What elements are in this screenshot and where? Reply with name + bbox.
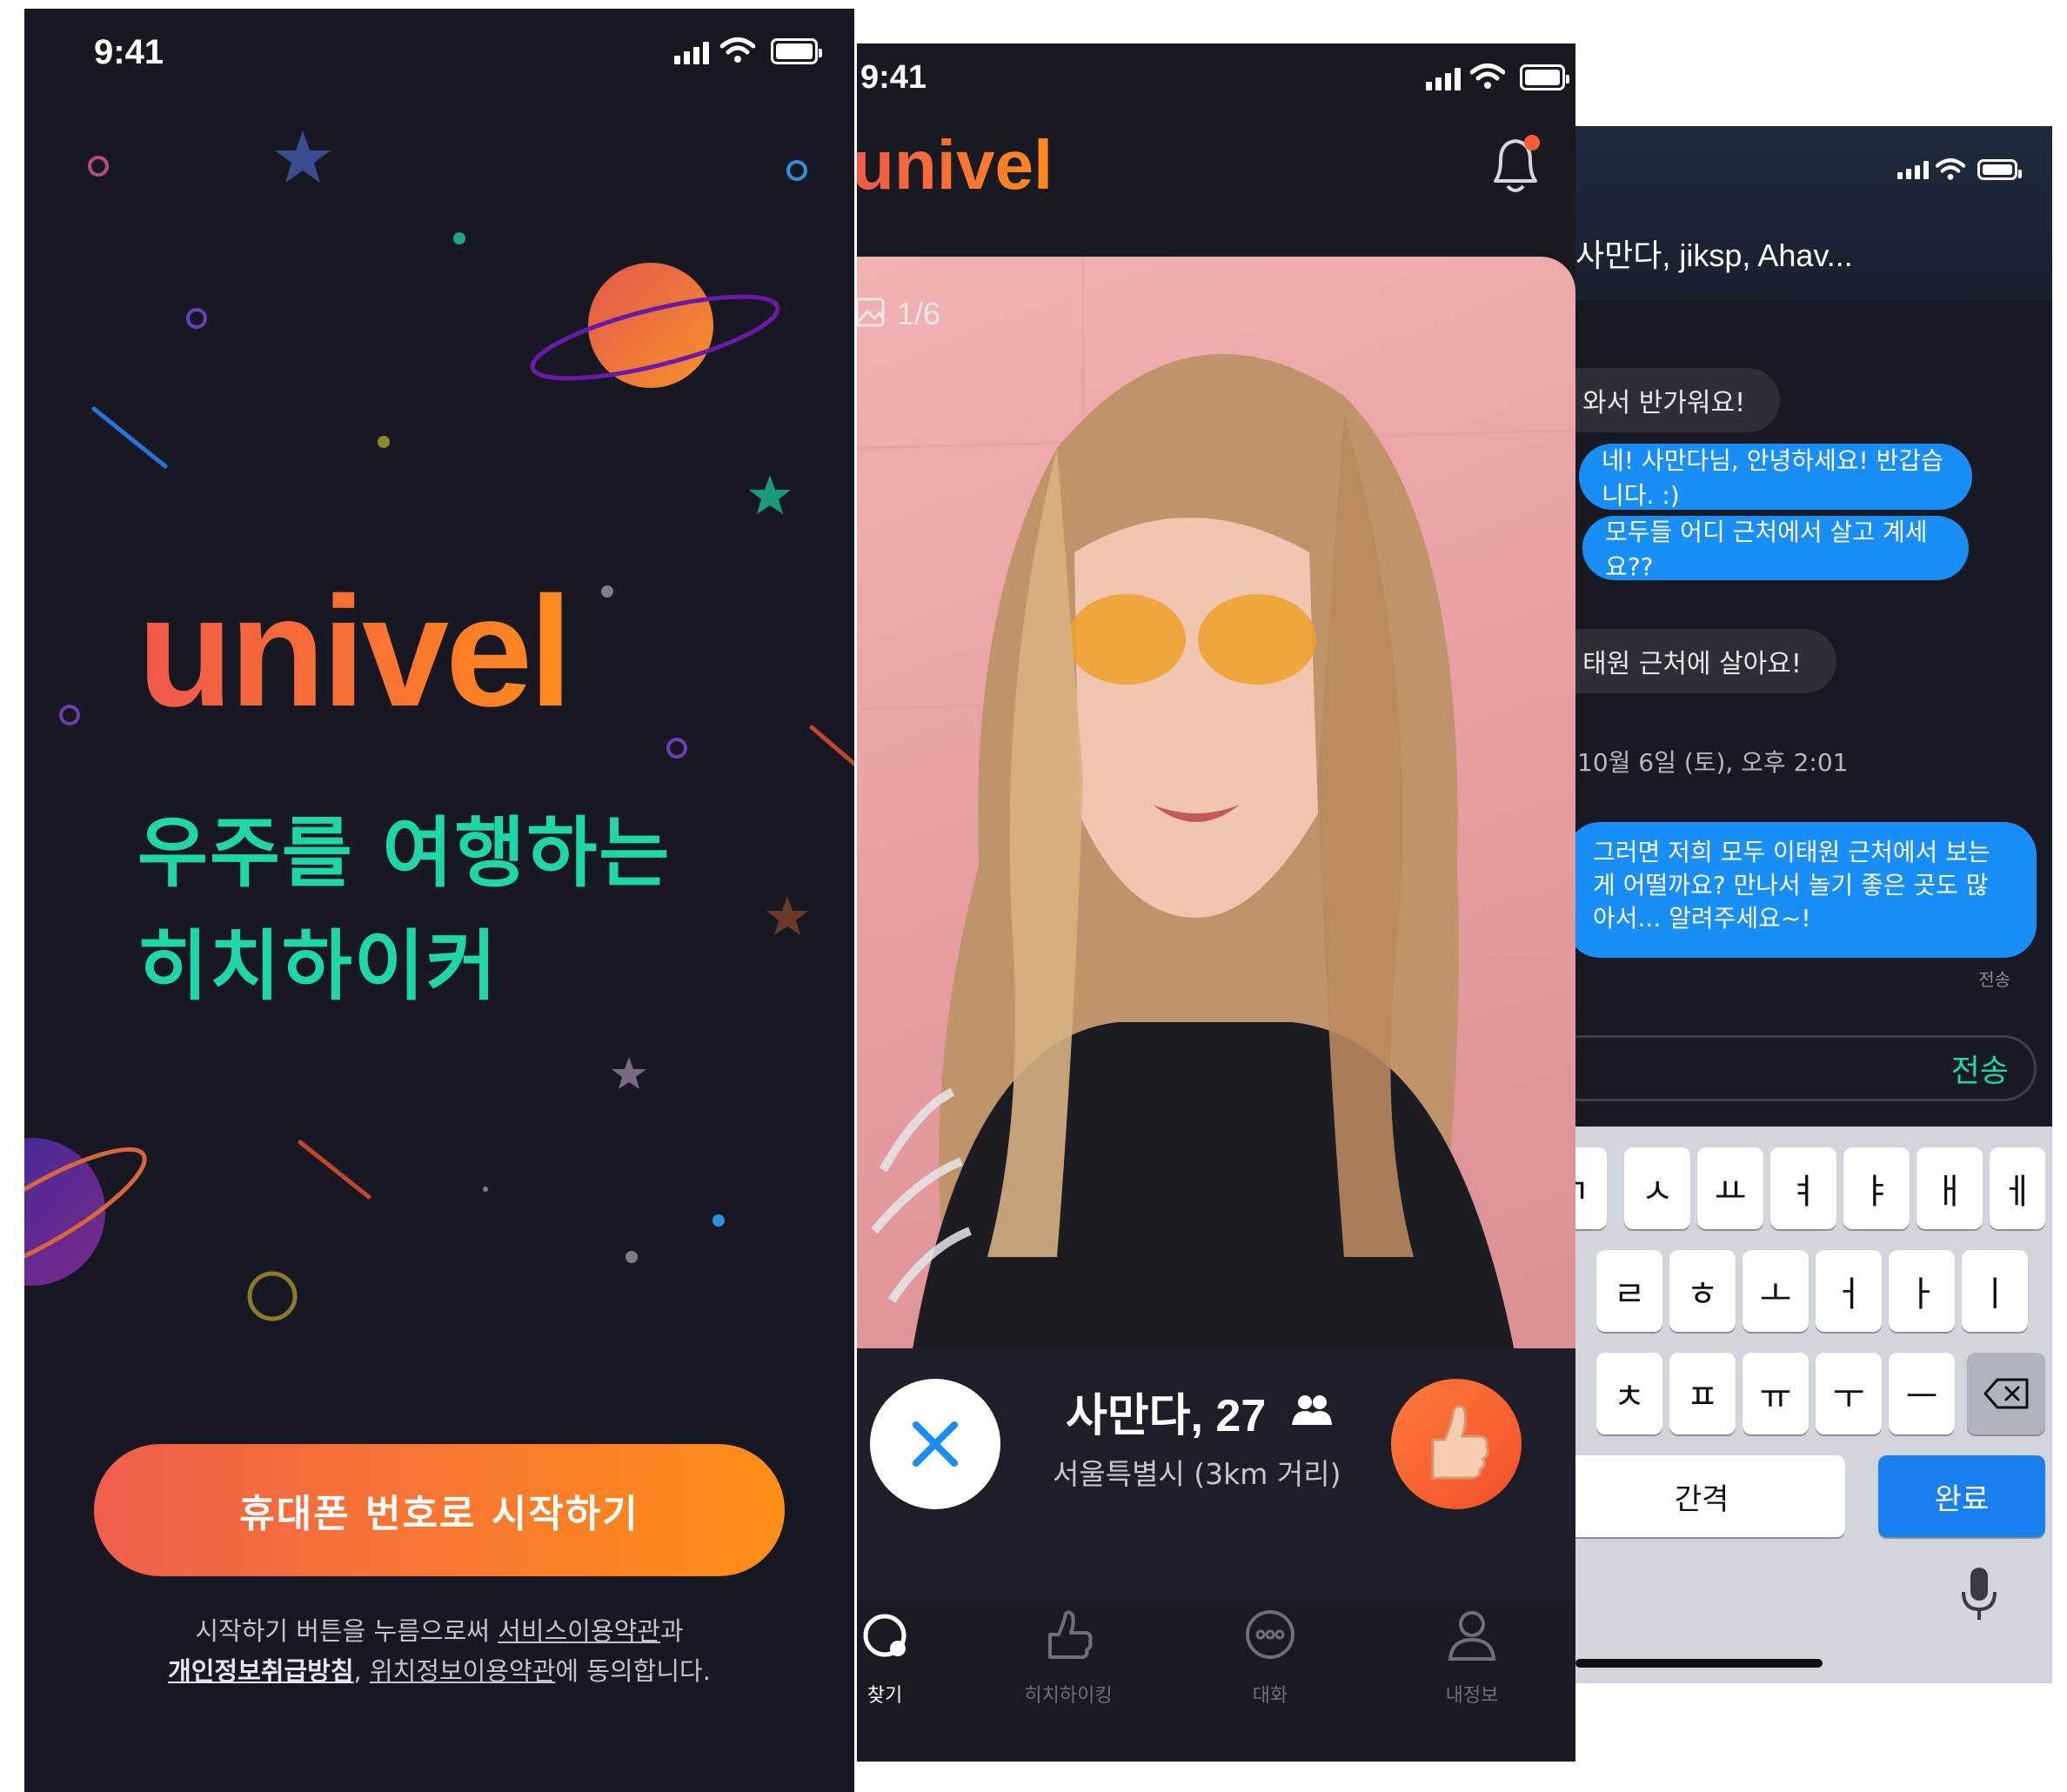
brand-logo: univel — [137, 565, 572, 739]
privacy-policy-link[interactable]: 개인정보취급방침 — [168, 1656, 353, 1686]
tab-label: 내정보 — [1445, 1685, 1499, 1707]
tab-label: 찾기 — [866, 1685, 903, 1707]
profile-location: 서울특별시 (3km 거리) — [1053, 1457, 1341, 1491]
hitchhike-like-button[interactable] — [1391, 1379, 1522, 1509]
image-icon — [857, 298, 885, 327]
brand-logo: univel — [857, 130, 1053, 200]
microphone-icon[interactable] — [1960, 1566, 1998, 1623]
terms-text: 시작하기 버튼을 누름으로써 — [195, 1616, 498, 1646]
tab-label: 히치하이킹 — [1024, 1685, 1113, 1707]
tab-find[interactable]: 찾기 — [857, 1605, 946, 1708]
keyboard-key[interactable]: ㅊ — [1596, 1353, 1662, 1434]
keyboard-key[interactable]: ㄹ — [1596, 1250, 1662, 1332]
keyboard-key[interactable]: ㅅ — [1624, 1147, 1690, 1229]
person-icon — [1448, 1611, 1496, 1661]
date-divider: 10월 6일 (토), 오후 2:01 — [1577, 748, 1849, 777]
keyboard-key[interactable]: ㅠ — [1743, 1353, 1809, 1434]
keyboard-key[interactable]: ㅣ — [1962, 1250, 2028, 1332]
message-incoming: 태원 근처에 살아요! — [1575, 629, 1836, 693]
backspace-key[interactable] — [1967, 1353, 2045, 1434]
tab-my-info[interactable]: 내정보 — [1411, 1605, 1533, 1708]
notification-bell-icon[interactable] — [1485, 130, 1546, 200]
terms-text: , — [353, 1656, 370, 1686]
keyboard-key[interactable]: ㅑ — [1843, 1147, 1910, 1229]
keyboard-key[interactable]: ㄱ — [1575, 1147, 1607, 1229]
home-indicator — [1575, 1659, 1823, 1668]
keyboard-key[interactable]: ㅜ — [1816, 1353, 1882, 1434]
keyboard-key[interactable]: ㅓ — [1816, 1250, 1882, 1332]
tab-label: 대화 — [1252, 1685, 1288, 1707]
send-button[interactable]: 전송 — [1951, 1046, 2009, 1091]
service-terms-link[interactable]: 서비스이용약관 — [498, 1616, 660, 1646]
pass-button[interactable] — [870, 1379, 1000, 1509]
close-icon — [913, 1421, 958, 1467]
status-time: 9:41 — [860, 59, 927, 96]
keyboard-key[interactable]: ㅔ — [1990, 1147, 2045, 1229]
photo-counter: 1/6 — [897, 296, 941, 331]
keyboard-key[interactable]: ㅐ — [1916, 1147, 1983, 1229]
profile-photo[interactable] — [857, 257, 1575, 1370]
keyboard-key[interactable]: ㅕ — [1770, 1147, 1836, 1229]
wifi-icon — [1936, 158, 1965, 180]
wifi-icon — [1470, 64, 1505, 89]
terms-text: 과 — [659, 1616, 684, 1646]
message-outgoing: 모두들 어디 근처에서 살고 계세요?? — [1582, 516, 1969, 581]
terms-text: 에 동의합니다. — [555, 1656, 711, 1686]
discover-screen: 9:41 univel 1/6 사만다, 27 서울특별시 (3km 거리) 찾… — [857, 43, 1575, 1762]
signal-icon — [1897, 161, 1929, 179]
chat-bubble-icon — [1246, 1610, 1294, 1659]
group-icon — [1292, 1395, 1332, 1425]
message-incoming: 와서 반가워요! — [1575, 368, 1781, 432]
location-terms-link[interactable]: 위치정보이용약관 — [370, 1656, 555, 1686]
tab-chat[interactable]: 대화 — [1209, 1605, 1331, 1708]
keyboard-key[interactable]: ㅛ — [1697, 1147, 1763, 1229]
space-key[interactable]: 간격 — [1575, 1455, 1845, 1537]
signal-icon — [1426, 68, 1461, 90]
chat-screen: 사만다, jiksp, Ahav... 와서 반가워요! 네! 사만다님, 안녕… — [1575, 126, 2052, 1683]
tab-hitchhiking[interactable]: 히치하이킹 — [1007, 1605, 1129, 1708]
keyboard-key[interactable]: ㅎ — [1669, 1250, 1736, 1332]
profile-name: 사만다, 27 — [1066, 1391, 1267, 1441]
splash-screen: 9:41 univel 우주를 여행하는 히치하이커 휴대폰 번호로 시작하기 … — [24, 9, 854, 1792]
thumbs-up-icon — [1431, 1404, 1489, 1480]
profile-photo-illustration — [857, 257, 1575, 1370]
keyboard-key[interactable]: ㅡ — [1889, 1353, 1955, 1434]
keyboard-key[interactable]: ㅍ — [1669, 1353, 1736, 1434]
keyboard-key[interactable]: ㅏ — [1889, 1250, 1955, 1332]
message-outgoing: 그러면 저희 모두 이태원 근처에서 보는게 어떨까요? 만나서 놀기 좋은 곳… — [1575, 822, 2037, 958]
chat-title: 사만다, jiksp, Ahav... — [1575, 237, 1853, 273]
backspace-icon — [1983, 1378, 2029, 1409]
message-outgoing: 네! 사만다님, 안녕하세요! 반갑습니다. :) — [1579, 444, 1972, 510]
done-key[interactable]: 완료 — [1878, 1455, 2045, 1537]
tagline-line1: 우주를 여행하는 — [137, 808, 672, 898]
planet-icon — [863, 1614, 906, 1657]
battery-icon — [1977, 159, 2022, 180]
thumbs-up-icon — [1048, 1610, 1093, 1659]
battery-icon — [1520, 64, 1569, 90]
phone-start-button[interactable]: 휴대폰 번호로 시작하기 — [94, 1444, 785, 1576]
tagline-line2: 히치하이커 — [137, 921, 498, 1011]
terms-notice: 시작하기 버튼을 누름으로써 서비스이용약관과 개인정보취급방침, 위치정보이용… — [77, 1611, 802, 1691]
keyboard-key[interactable]: ㅗ — [1743, 1250, 1809, 1332]
korean-keyboard: ㄱ ㅅ ㅛ ㅕ ㅑ ㅐ ㅔ ㄹ ㅎ ㅗ ㅓ ㅏ ㅣ ㅊ ㅍ ㅠ ㅜ ㅡ 간격 완… — [1575, 1127, 2052, 1683]
sent-status: 전송 — [1978, 969, 2010, 990]
